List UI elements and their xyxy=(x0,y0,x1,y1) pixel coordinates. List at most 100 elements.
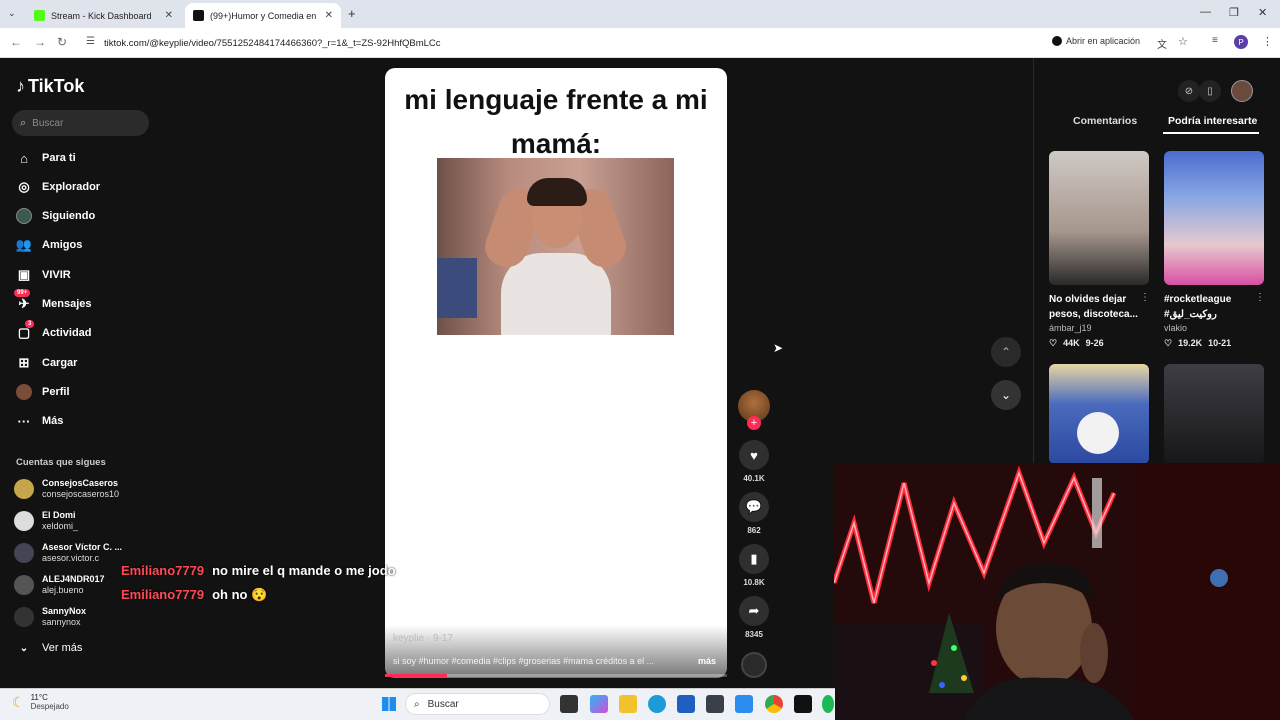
device-icon[interactable]: ▯ xyxy=(1199,80,1221,102)
following-account[interactable]: Asesor Víctor C. ... asesor.victor.c xyxy=(14,542,122,564)
weather-moon-icon: ☾ xyxy=(12,693,25,710)
shares-count: 8345 xyxy=(745,630,763,639)
minimize-icon[interactable]: — xyxy=(1200,6,1211,18)
nav-live[interactable]: ▣ VIVIR xyxy=(16,264,71,286)
site-info-icon[interactable]: ☰ xyxy=(86,36,95,47)
profile-avatar[interactable]: P xyxy=(1234,35,1248,49)
app-icon[interactable] xyxy=(706,695,724,713)
tiktok-logo[interactable]: ♪ TikTok xyxy=(16,76,84,97)
share-icon[interactable]: ➦ xyxy=(739,596,769,626)
nav-messages[interactable]: ✈ 99+ Mensajes xyxy=(14,289,92,315)
user-avatar[interactable] xyxy=(1231,80,1253,102)
chat-text: oh no 😯 xyxy=(212,587,268,602)
nav-profile[interactable]: Perfil xyxy=(16,381,70,403)
reload-icon[interactable]: ↻ xyxy=(57,35,67,49)
meme-image xyxy=(437,158,674,335)
new-tab-icon[interactable]: + xyxy=(348,6,356,21)
taskbar-search-input[interactable]: ⌕ Buscar xyxy=(405,693,550,715)
suggested-video-stats: ♡ 19.2K 10-21 xyxy=(1164,338,1231,349)
save-action[interactable]: ▮ 10.8K xyxy=(738,544,770,587)
tab-search-icon[interactable]: ⌄ xyxy=(8,8,16,19)
copilot-icon[interactable] xyxy=(590,695,608,713)
nav-activity[interactable]: ▢ 3 Actividad xyxy=(16,320,92,344)
reading-list-icon[interactable]: ≡ xyxy=(1212,35,1218,46)
task-view-icon[interactable] xyxy=(560,695,578,713)
video-options-icon[interactable]: ⋮ xyxy=(1140,292,1150,303)
logo-text: TikTok xyxy=(28,76,85,96)
avatar xyxy=(14,607,34,627)
taskbar-search-placeholder: Buscar xyxy=(427,698,459,710)
previous-video-icon[interactable]: ⌃ xyxy=(991,337,1021,367)
follow-plus-icon[interactable]: + xyxy=(747,416,761,430)
video-progress-bar[interactable] xyxy=(385,674,727,677)
spotify-icon[interactable] xyxy=(822,695,834,713)
heart-outline-icon: ♡ xyxy=(1049,338,1058,348)
url-field[interactable]: ☰ tiktok.com/@keyplie/video/755125248417… xyxy=(80,32,1200,54)
heart-icon[interactable]: ♥ xyxy=(739,440,769,470)
file-explorer-icon[interactable] xyxy=(619,695,637,713)
search-input[interactable]: ⌕ Buscar xyxy=(12,110,149,136)
weather-widget[interactable]: ☾ 11°C Despejado xyxy=(12,693,69,711)
following-account[interactable]: ALEJ4NDR017 alej.bueno xyxy=(14,574,105,596)
tiktok-app-icon[interactable] xyxy=(794,695,812,713)
browser-tab-kick[interactable]: Stream - Kick Dashboard ✕ xyxy=(26,3,181,28)
translate-icon[interactable]: 文 xyxy=(1157,36,1167,51)
active-tab-underline xyxy=(1163,132,1259,134)
heart-outline-icon: ♡ xyxy=(1164,338,1173,348)
comment-action[interactable]: 💬 862 xyxy=(738,492,770,535)
comment-icon[interactable]: 💬 xyxy=(739,492,769,522)
nav-upload[interactable]: ⊞ Cargar xyxy=(16,352,78,374)
video-author[interactable]: keyplie · 9-17 xyxy=(393,633,453,644)
bookmark-icon[interactable]: ▮ xyxy=(739,544,769,574)
browser-menu-icon[interactable]: ⋮ xyxy=(1262,35,1273,48)
music-disc-icon[interactable] xyxy=(741,652,767,678)
store-icon[interactable] xyxy=(677,695,695,713)
nav-for-you[interactable]: ⌂ Para ti xyxy=(16,147,76,169)
suggested-video-thumbnail[interactable] xyxy=(1164,151,1264,285)
tiktok-small-icon xyxy=(1052,36,1062,46)
back-icon[interactable]: ← xyxy=(10,35,22,49)
browser-tab-tiktok[interactable]: (99+)Humor y Comedia en Clip ✕ xyxy=(185,3,341,28)
tab-comments[interactable]: Comentarios xyxy=(1073,115,1137,127)
open-in-app-button[interactable]: Abrir en aplicación xyxy=(1052,36,1140,46)
close-window-icon[interactable]: ✕ xyxy=(1258,6,1267,19)
edge-icon[interactable] xyxy=(648,695,666,713)
description-more-button[interactable]: más xyxy=(698,656,716,666)
following-account[interactable]: El Domi xeldomi_ xyxy=(14,510,78,532)
chrome-icon[interactable] xyxy=(765,695,783,713)
webcam-overlay xyxy=(834,463,1280,720)
explore-icon[interactable]: ⊘ xyxy=(1178,80,1200,102)
tab-suggested[interactable]: Podría interesarte xyxy=(1168,115,1257,127)
close-tab-icon[interactable]: ✕ xyxy=(165,10,173,21)
see-more-button[interactable]: ⌄ Ver más xyxy=(16,637,83,659)
weather-condition: Despejado xyxy=(30,702,69,711)
next-video-icon[interactable]: ⌄ xyxy=(991,380,1021,410)
suggested-video-author[interactable]: vlakio xyxy=(1164,323,1187,333)
close-tab-icon[interactable]: ✕ xyxy=(325,10,333,21)
app-icon[interactable] xyxy=(735,695,753,713)
video-options-icon[interactable]: ⋮ xyxy=(1255,292,1265,303)
windows-start-icon[interactable] xyxy=(382,697,396,711)
nav-more[interactable]: ··· Más xyxy=(16,410,64,432)
suggested-video-thumbnail[interactable] xyxy=(1049,151,1149,285)
suggested-video-thumbnail[interactable] xyxy=(1164,364,1264,464)
suggested-video-title[interactable]: #rocketleague #روكيت_ليق xyxy=(1164,292,1269,322)
following-account[interactable]: ConsejosCaseros consejoscaseros10 xyxy=(14,478,119,500)
account-handle: sannynox xyxy=(42,617,81,627)
suggested-video-author[interactable]: ámbar_j19 xyxy=(1049,323,1092,333)
video-overlay-text: mi lenguaje frente a mi mamá: xyxy=(404,84,708,159)
like-action[interactable]: ♥ 40.1K xyxy=(738,440,770,483)
restore-icon[interactable]: ❐ xyxy=(1229,6,1239,19)
following-account[interactable]: SannyNox sannynox xyxy=(14,606,86,628)
following-accounts-title: Cuentas que sigues xyxy=(16,457,106,468)
share-action[interactable]: ➦ 8345 xyxy=(738,596,770,639)
suggested-video-title[interactable]: No olvides dejar pesos, discoteca... xyxy=(1049,292,1154,322)
nav-following[interactable]: Siguiendo xyxy=(16,205,95,227)
nav-explore[interactable]: ◎ Explorador xyxy=(16,176,100,198)
nav-friends[interactable]: 👥 Amigos xyxy=(16,234,82,256)
following-icon xyxy=(16,208,32,224)
more-icon: ··· xyxy=(17,413,31,429)
nav-label: Más xyxy=(42,415,64,427)
forward-icon[interactable]: → xyxy=(34,35,46,49)
bookmark-star-icon[interactable]: ☆ xyxy=(1178,35,1188,48)
